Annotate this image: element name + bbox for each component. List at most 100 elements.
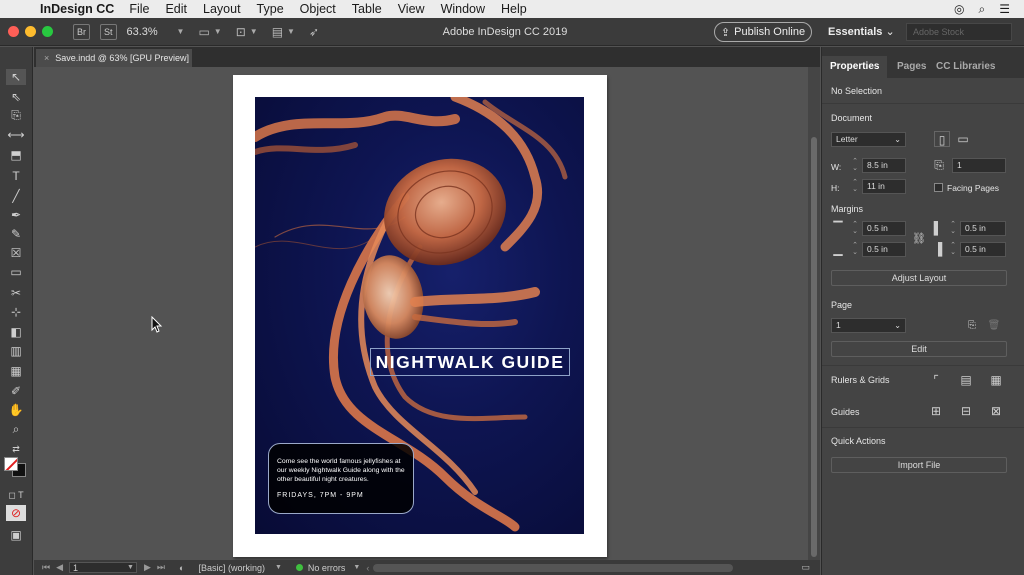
- zoom-level[interactable]: 63.3%: [127, 26, 169, 38]
- width-input[interactable]: 8.5 in: [862, 158, 906, 173]
- rectangle-frame-tool-icon[interactable]: ☒: [6, 245, 26, 261]
- info-text-frame[interactable]: Come see the world famous jellyfishes at…: [268, 443, 414, 514]
- zoom-dropdown-icon[interactable]: ▼: [177, 27, 185, 36]
- view-options-dropdown-icon[interactable]: ▼: [250, 27, 258, 36]
- edit-page-button[interactable]: Edit: [831, 341, 1007, 357]
- preflight-icon[interactable]: ◐: [179, 563, 184, 573]
- rectangle-tool-icon[interactable]: ▭: [6, 264, 26, 280]
- vertical-scrollbar[interactable]: [808, 67, 820, 560]
- view-options-icon[interactable]: ⊡: [236, 25, 246, 39]
- document-grid-icon[interactable]: ▦: [988, 372, 1004, 388]
- horizontal-scroll-track[interactable]: [373, 563, 734, 572]
- first-page-icon[interactable]: ⏮: [42, 562, 50, 573]
- margin-bottom-input[interactable]: 0.5 in: [862, 242, 906, 257]
- creative-cloud-icon[interactable]: ◎: [954, 2, 964, 17]
- margin-right-stepper-icon[interactable]: ⌃ ⌄: [948, 242, 958, 257]
- type-tool-icon[interactable]: T: [6, 168, 26, 184]
- scissors-tool-icon[interactable]: ✂: [6, 285, 26, 301]
- bridge-button[interactable]: Br: [73, 23, 90, 40]
- maximize-window-button[interactable]: [42, 26, 53, 37]
- selection-tool-icon[interactable]: ↖: [6, 69, 26, 85]
- baseline-grid-icon[interactable]: ▤: [958, 372, 974, 388]
- headline-text-frame[interactable]: NIGHTWALK GUIDE: [370, 348, 570, 376]
- portrait-orientation-icon[interactable]: ▯: [934, 131, 950, 147]
- margin-right-input[interactable]: 0.5 in: [960, 242, 1006, 257]
- note-tool-icon[interactable]: ▦: [6, 363, 26, 379]
- horizontal-scroll-left-icon[interactable]: ‹: [366, 563, 369, 573]
- margin-left-stepper-icon[interactable]: ⌃ ⌄: [948, 221, 958, 236]
- margin-top-stepper-icon[interactable]: ⌃ ⌄: [850, 221, 860, 236]
- list-icon[interactable]: ☰: [999, 2, 1010, 17]
- preflight-errors[interactable]: No errors: [308, 563, 346, 573]
- vertical-scroll-thumb[interactable]: [811, 137, 817, 557]
- search-icon[interactable]: ⌕: [979, 2, 986, 17]
- preflight-profile[interactable]: [Basic] (working): [198, 563, 265, 573]
- width-stepper-icon[interactable]: ⌃ ⌄: [850, 158, 860, 173]
- close-window-button[interactable]: [8, 26, 19, 37]
- eyedropper-tool-icon[interactable]: ✐: [6, 383, 26, 399]
- prev-page-icon[interactable]: ◀: [56, 562, 63, 573]
- tab-properties[interactable]: Properties: [822, 56, 888, 78]
- arrange-documents-icon[interactable]: ▤: [272, 25, 283, 39]
- gap-tool-icon[interactable]: ⟷: [6, 127, 26, 143]
- new-page-icon[interactable]: ⎘: [964, 318, 980, 334]
- menu-window[interactable]: Window: [441, 2, 485, 16]
- margin-bottom-stepper-icon[interactable]: ⌃ ⌄: [850, 242, 860, 257]
- delete-page-icon[interactable]: 🗑: [986, 318, 1002, 334]
- line-tool-icon[interactable]: ╱: [6, 188, 26, 204]
- gradient-feather-tool-icon[interactable]: ▥: [6, 343, 26, 359]
- menu-type[interactable]: Type: [257, 2, 284, 16]
- tab-cc-libraries[interactable]: CC Libraries: [936, 61, 995, 72]
- next-page-icon[interactable]: ▶: [144, 562, 151, 573]
- content-collector-icon[interactable]: ⬒: [6, 147, 26, 163]
- tab-pages[interactable]: Pages: [897, 61, 926, 72]
- document-tab[interactable]: × Save.indd @ 63% [GPU Preview]: [36, 49, 192, 67]
- close-tab-icon[interactable]: ×: [44, 53, 49, 63]
- lock-guides-icon[interactable]: ⊟: [958, 403, 974, 419]
- zoom-tool-icon[interactable]: ⌕: [6, 421, 26, 437]
- publish-rocket-icon[interactable]: ➶: [309, 25, 319, 39]
- hand-tool-icon[interactable]: ✋: [6, 402, 26, 418]
- page-dropdown-icon[interactable]: ▼: [127, 564, 134, 571]
- menu-view[interactable]: View: [398, 2, 425, 16]
- pages-count-input[interactable]: 1: [952, 158, 1006, 173]
- menu-table[interactable]: Table: [352, 2, 382, 16]
- smart-guides-icon[interactable]: ⊠: [988, 403, 1004, 419]
- gradient-swatch-tool-icon[interactable]: ◧: [6, 324, 26, 340]
- landscape-orientation-icon[interactable]: ▭: [955, 131, 971, 147]
- minimize-window-button[interactable]: [25, 26, 36, 37]
- adobe-stock-search[interactable]: Adobe Stock: [906, 23, 1012, 41]
- menu-object[interactable]: Object: [300, 2, 336, 16]
- show-guides-icon[interactable]: ⊞: [928, 403, 944, 419]
- facing-pages-checkbox[interactable]: [934, 183, 943, 192]
- margin-top-input[interactable]: 0.5 in: [862, 221, 906, 236]
- stock-button[interactable]: St: [100, 23, 117, 40]
- profile-dropdown-icon[interactable]: ▼: [275, 564, 282, 571]
- margin-left-input[interactable]: 0.5 in: [960, 221, 1006, 236]
- screen-mode-icon[interactable]: ▭: [198, 25, 209, 39]
- menu-layout[interactable]: Layout: [203, 2, 241, 16]
- screen-mode-normal-icon[interactable]: ▣: [6, 527, 26, 543]
- arrange-dropdown-icon[interactable]: ▼: [287, 27, 295, 36]
- height-input[interactable]: 11 in: [862, 179, 906, 194]
- pen-tool-icon[interactable]: ✒: [6, 207, 26, 223]
- apply-none-icon[interactable]: ⊘: [6, 505, 26, 521]
- formatting-container-icon[interactable]: ◻ T: [6, 487, 26, 503]
- page-size-select[interactable]: Letter ⌄: [831, 132, 906, 147]
- pencil-tool-icon[interactable]: ✎: [6, 226, 26, 242]
- import-file-button[interactable]: Import File: [831, 457, 1007, 473]
- swap-colors-icon[interactable]: ⇄: [6, 441, 26, 457]
- rulers-icon[interactable]: ⌜: [928, 372, 944, 388]
- free-transform-tool-icon[interactable]: ⊹: [6, 304, 26, 320]
- height-stepper-icon[interactable]: ⌃ ⌄: [850, 179, 860, 194]
- app-menu[interactable]: InDesign CC: [40, 2, 114, 16]
- menu-edit[interactable]: Edit: [165, 2, 187, 16]
- menu-help[interactable]: Help: [501, 2, 527, 16]
- last-page-icon[interactable]: ⏭: [157, 562, 165, 573]
- direct-selection-tool-icon[interactable]: ⇖: [6, 89, 26, 105]
- link-margins-icon[interactable]: ⛓: [911, 231, 927, 247]
- workspace-switcher[interactable]: Essentials ⌄: [828, 25, 895, 38]
- page-select[interactable]: 1 ⌄: [831, 318, 906, 333]
- publish-online-button[interactable]: ⇪ Publish Online: [714, 22, 812, 42]
- adjust-layout-button[interactable]: Adjust Layout: [831, 270, 1007, 286]
